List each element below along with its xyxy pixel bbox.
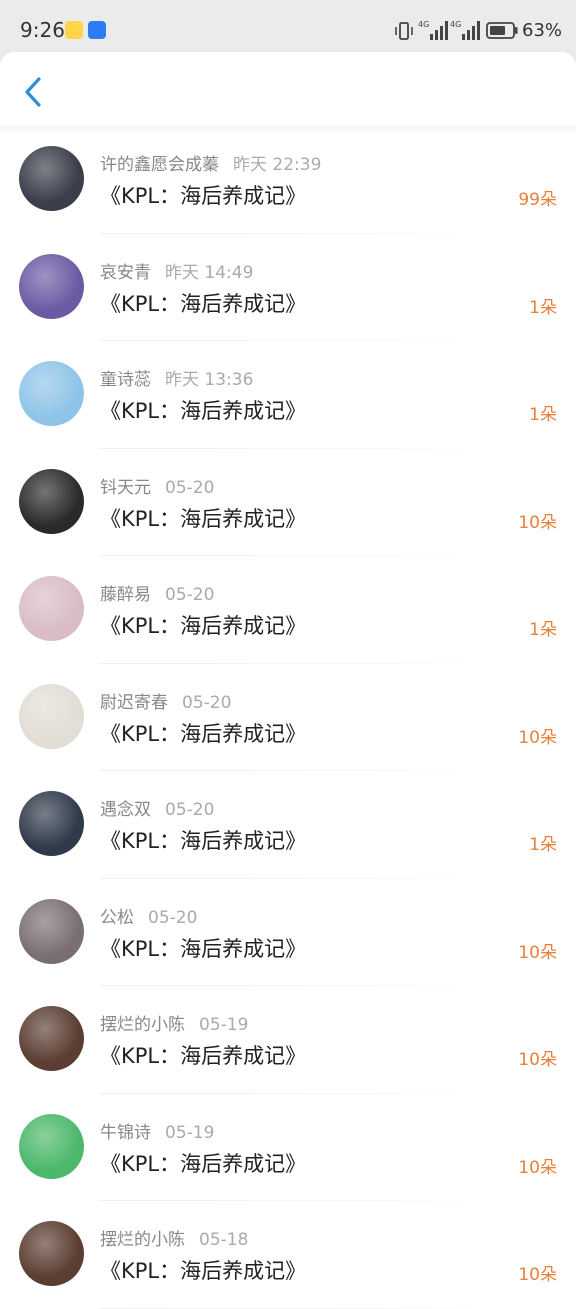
user-name[interactable]: 摆烂的小陈 [100,1015,185,1035]
avatar[interactable] [19,683,84,749]
flower-count: 1朵 [529,620,557,640]
book-title[interactable]: 《KPL：海后养成记》 [100,180,306,210]
cellular-signal-icon-2: 4G [450,20,480,40]
row-header: 童诗蕊 昨天 13:36 [100,365,253,390]
timestamp: 05-18 [199,1230,249,1250]
timestamp: 昨天 14:49 [165,262,254,283]
list-item[interactable]: 摆烂的小陈 05-18 《KPL：海后养成记》 10朵 [0,1201,576,1309]
user-name[interactable]: 摆烂的小陈 [100,1230,185,1250]
avatar[interactable] [19,361,84,426]
avatar[interactable] [19,146,84,211]
list-item[interactable]: 遇念双 05-20 《KPL：海后养成记》 1朵 [0,771,576,879]
row-header: 遇念双 05-20 [100,795,214,820]
row-header: 牛锦诗 05-19 [100,1118,214,1143]
row-header: 摆烂的小陈 05-18 [100,1225,248,1250]
timestamp: 05-19 [165,1122,215,1143]
list-item[interactable]: 藤醉易 05-20 《KPL：海后养成记》 1朵 [0,556,576,664]
flower-count: 10朵 [518,1050,557,1070]
book-title[interactable]: 《KPL：海后养成记》 [100,1040,306,1070]
battery-icon [486,22,518,39]
user-name[interactable]: 尉迟寄春 [100,693,168,713]
vibrate-icon [395,22,413,40]
gift-record-list: 许的鑫愿会成蓁 昨天 22:39 《KPL：海后养成记》 99朵哀安青 昨天 14:49… [0,126,576,1309]
timestamp: 05-20 [148,907,198,928]
timestamp: 05-20 [165,477,215,498]
book-title[interactable]: 《KPL：海后养成记》 [100,1255,306,1285]
row-header: 公松 05-20 [100,903,197,928]
timestamp: 05-20 [182,692,232,713]
book-title[interactable]: 《KPL：海后养成记》 [100,610,306,640]
divider [100,1307,486,1309]
timestamp: 05-20 [165,800,215,820]
row-header: 藤醉易 05-20 [100,580,214,605]
notification-app-icon [65,21,83,39]
row-header: 许的鑫愿会成蓁 昨天 22:39 [100,150,321,175]
user-name[interactable]: 公松 [100,908,134,928]
shield-app-icon [88,21,106,39]
row-header: 尉迟寄春 05-20 [100,688,231,713]
flower-count: 10朵 [518,1157,557,1178]
flower-count: 10朵 [518,512,557,533]
user-name[interactable]: 藤醉易 [100,585,151,605]
user-name[interactable]: 牛锦诗 [100,1123,151,1143]
book-title[interactable]: 《KPL：海后养成记》 [100,825,306,855]
network-type-label-2: 4G [450,20,461,29]
avatar[interactable] [19,1221,84,1286]
user-name[interactable]: 哀安青 [100,263,151,283]
flower-count: 1朵 [529,405,557,425]
timestamp: 昨天 13:36 [165,370,254,390]
avatar[interactable] [19,468,84,534]
user-name[interactable]: 童诗蕊 [100,370,151,390]
list-item[interactable]: 钭天元 05-20 《KPL：海后养成记》 10朵 [0,449,576,556]
list-item[interactable]: 公松 05-20 《KPL：海后养成记》 10朵 [0,879,576,986]
user-name[interactable]: 遇念双 [100,800,151,820]
list-item[interactable]: 哀安青 昨天 14:49 《KPL：海后养成记》 1朵 [0,234,576,341]
chevron-left-icon [25,77,41,107]
book-title[interactable]: 《KPL：海后养成记》 [100,933,306,963]
avatar[interactable] [19,576,84,641]
list-item[interactable]: 童诗蕊 昨天 13:36 《KPL：海后养成记》 1朵 [0,341,576,449]
flower-count: 10朵 [518,727,557,748]
flower-count: 10朵 [518,1265,557,1285]
list-item[interactable]: 牛锦诗 05-19 《KPL：海后养成记》 10朵 [0,1094,576,1201]
network-type-label: 4G [418,20,429,29]
user-name[interactable]: 许的鑫愿会成蓁 [100,155,219,175]
flower-count: 10朵 [518,942,557,963]
book-title[interactable]: 《KPL：海后养成记》 [100,718,306,748]
book-title[interactable]: 《KPL：海后养成记》 [100,288,306,318]
top-nav-bar [0,52,576,126]
flower-count: 1朵 [529,835,557,855]
status-time: 9:26 [20,18,65,42]
back-button[interactable] [16,72,50,112]
cellular-signal-icon: 4G [418,20,448,40]
user-name[interactable]: 钭天元 [100,478,151,498]
timestamp: 昨天 22:39 [233,155,322,175]
avatar[interactable] [19,1006,84,1071]
timestamp: 05-20 [165,585,215,605]
flower-count: 99朵 [518,190,557,210]
timestamp: 05-19 [199,1015,249,1035]
list-item[interactable]: 许的鑫愿会成蓁 昨天 22:39 《KPL：海后养成记》 99朵 [0,126,576,234]
list-item[interactable]: 摆烂的小陈 05-19 《KPL：海后养成记》 10朵 [0,986,576,1094]
row-header: 摆烂的小陈 05-19 [100,1010,248,1035]
book-title[interactable]: 《KPL：海后养成记》 [100,503,306,533]
avatar[interactable] [19,253,84,319]
flower-count: 1朵 [529,297,557,318]
avatar[interactable] [19,791,84,856]
battery-percent: 63% [522,20,563,41]
row-header: 钭天元 05-20 [100,473,214,498]
list-item[interactable]: 尉迟寄春 05-20 《KPL：海后养成记》 10朵 [0,664,576,771]
book-title[interactable]: 《KPL：海后养成记》 [100,395,306,425]
book-title[interactable]: 《KPL：海后养成记》 [100,1148,306,1178]
row-header: 哀安青 昨天 14:49 [100,258,253,283]
avatar[interactable] [19,1113,84,1179]
avatar[interactable] [19,898,84,964]
